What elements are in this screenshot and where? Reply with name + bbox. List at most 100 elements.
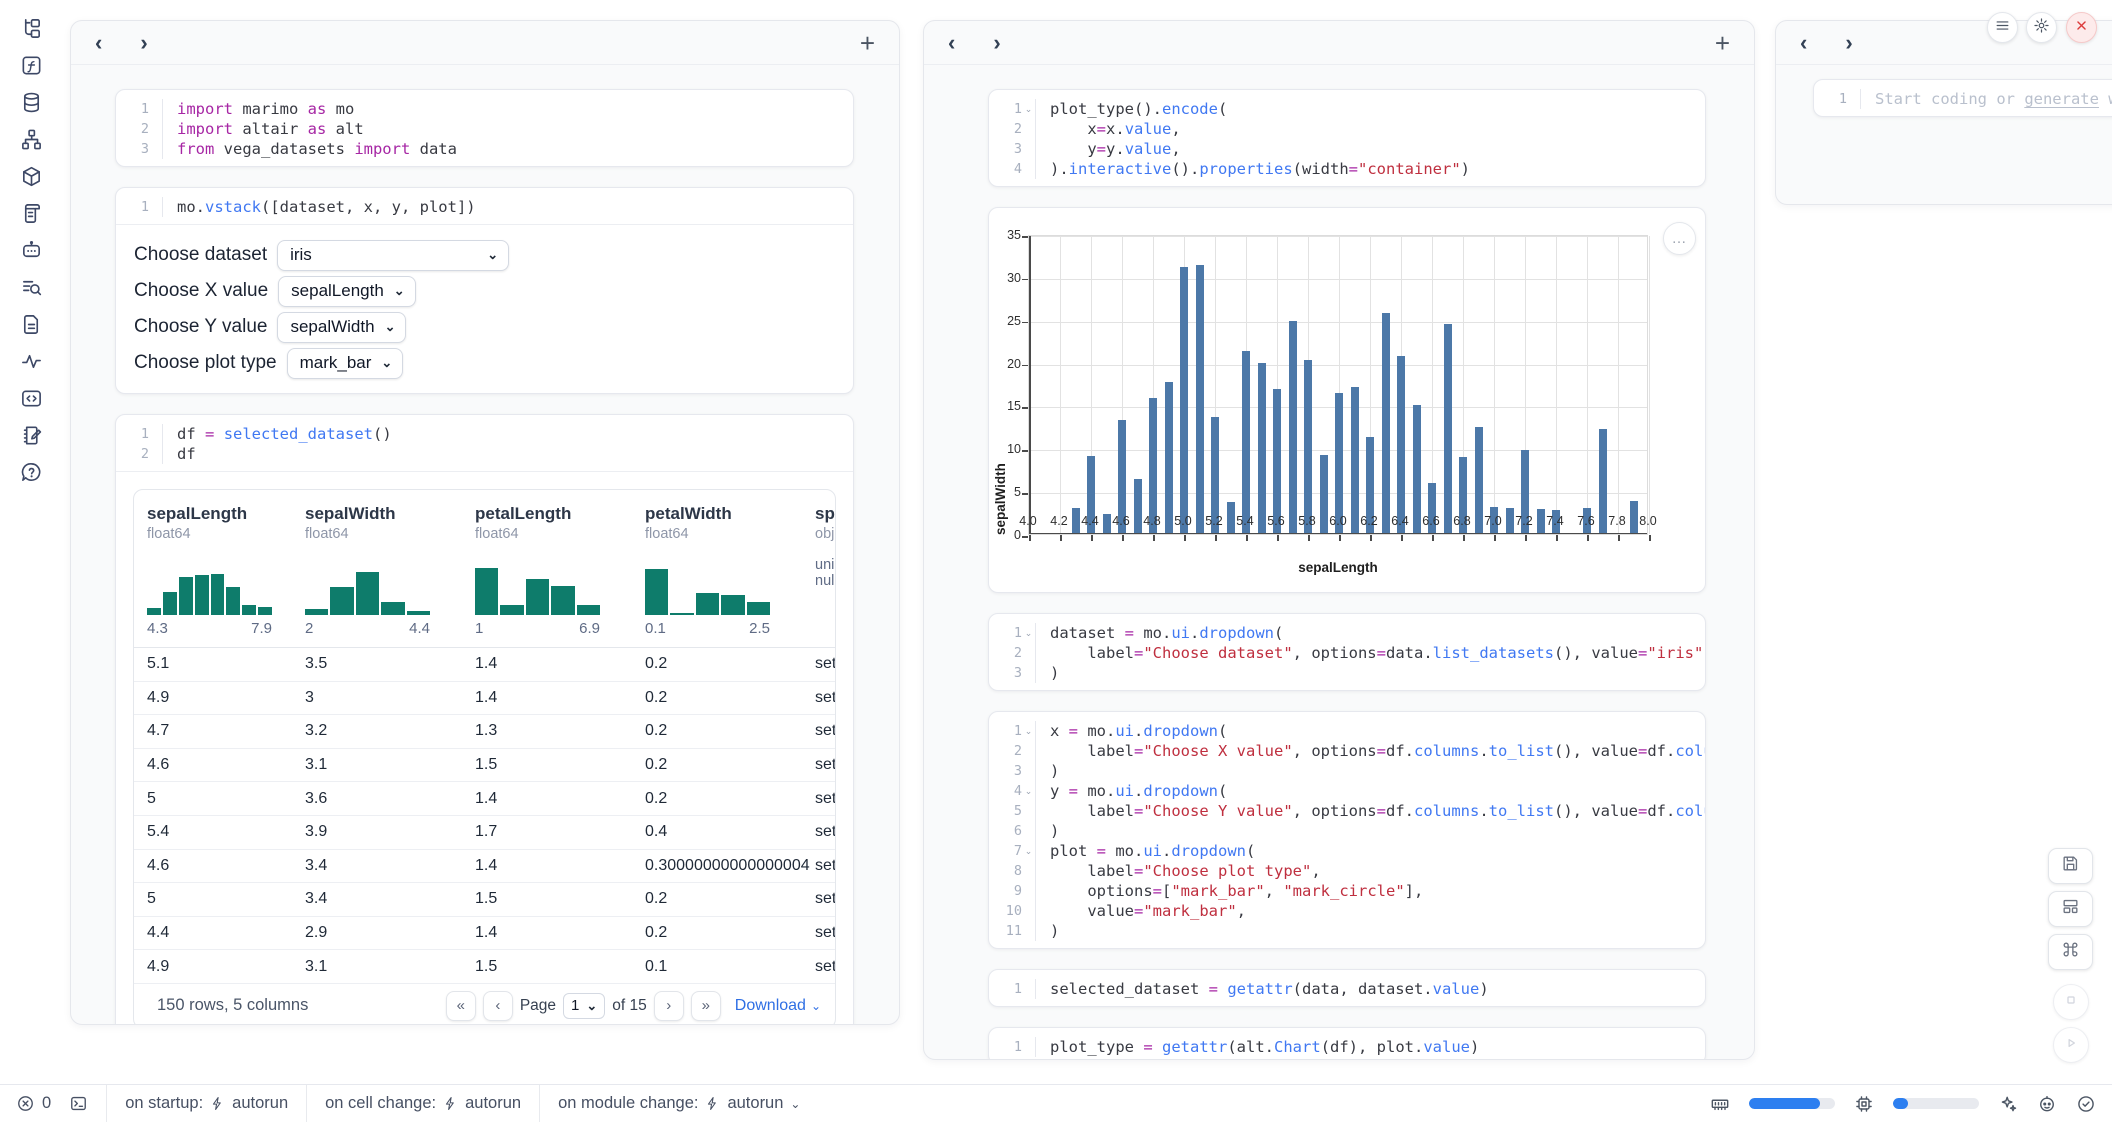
- menu-button[interactable]: [1987, 12, 2018, 43]
- line-number: 1: [141, 101, 149, 117]
- chart-plot-area[interactable]: [1028, 235, 1648, 535]
- terminal-button[interactable]: [69, 1094, 88, 1113]
- chevron-right-icon[interactable]: ›: [993, 32, 1000, 54]
- run-mode-setting[interactable]: on module change:autorun⌄: [539, 1085, 818, 1122]
- chevron-left-icon[interactable]: ‹: [948, 32, 955, 54]
- column-header-petalLength[interactable]: petalLengthfloat6416.9: [475, 504, 645, 637]
- copilot-icon[interactable]: [2037, 1094, 2057, 1114]
- dropdown-choose-dataset[interactable]: iris⌄: [277, 240, 509, 271]
- column-header-sepalLength[interactable]: sepalLengthfloat644.37.9: [147, 504, 305, 637]
- table-cell: 0.2: [645, 924, 815, 942]
- code-editor[interactable]: 1⌄23dataset = mo.ui.dropdown( label="Cho…: [989, 614, 1705, 690]
- next-page-button[interactable]: ›: [654, 991, 684, 1021]
- snippets-icon[interactable]: [18, 349, 44, 373]
- dropdown-value: sepalWidth: [290, 317, 374, 337]
- file-tree-icon[interactable]: [18, 16, 44, 40]
- help-icon[interactable]: [18, 460, 44, 484]
- code-line: y = mo.ui.dropdown(: [1050, 781, 1706, 801]
- code-line: dataset = mo.ui.dropdown(: [1050, 623, 1705, 643]
- prev-page-button[interactable]: ‹: [483, 991, 513, 1021]
- functions-icon[interactable]: [18, 53, 44, 77]
- dependency-graph-icon[interactable]: [18, 127, 44, 151]
- chevron-down-icon: ⌄: [381, 355, 392, 371]
- code-editor[interactable]: 1 Start coding or generate with: [1814, 80, 2112, 116]
- column-histogram: [305, 555, 430, 615]
- dropdown-choose-plot-type[interactable]: mark_bar ⌄: [287, 348, 404, 379]
- settings-button[interactable]: [2026, 12, 2057, 43]
- code-editor[interactable]: 1selected_dataset = getattr(data, datase…: [989, 970, 1705, 1006]
- autorun-bolt-icon: [705, 1096, 720, 1111]
- run-mode-setting[interactable]: on startup:autorun: [106, 1085, 306, 1122]
- line-number: 4: [1014, 161, 1022, 177]
- code-editor[interactable]: 123import marimo as moimport altair as a…: [116, 90, 853, 166]
- table-cell: 0.2: [645, 689, 815, 707]
- first-page-button[interactable]: «: [446, 991, 476, 1021]
- generate-with-ai-link[interactable]: generate: [2024, 90, 2099, 108]
- command-palette-button[interactable]: [2048, 934, 2093, 970]
- connection-status-icon[interactable]: [2076, 1094, 2096, 1114]
- tracebacks-icon[interactable]: [18, 275, 44, 299]
- line-number: 1: [1839, 91, 1847, 107]
- code-editor[interactable]: 1⌄234plot_type().encode( x=x.value, y=y.…: [989, 90, 1705, 186]
- chat-icon[interactable]: [18, 238, 44, 262]
- dropdown-choose-y-value[interactable]: sepalWidth⌄: [277, 312, 406, 343]
- fold-chevron-icon[interactable]: ⌄: [1022, 786, 1035, 797]
- run-mode-setting[interactable]: on cell change:autorun: [306, 1085, 539, 1122]
- stop-button[interactable]: [2053, 984, 2089, 1020]
- x-tick-label: 8.0: [1631, 514, 1665, 528]
- code-line: ): [1050, 761, 1706, 781]
- chart-options-button[interactable]: …: [1663, 222, 1696, 255]
- table-cell: setosa: [815, 756, 835, 774]
- chevron-right-icon[interactable]: ›: [140, 32, 147, 54]
- line-number: 1: [1014, 625, 1022, 641]
- scratchpad-icon[interactable]: [18, 423, 44, 447]
- documentation-icon[interactable]: [18, 312, 44, 336]
- column-header-petalWidth[interactable]: petalWidthfloat640.12.5: [645, 504, 815, 637]
- table-cell: 0.2: [645, 655, 815, 673]
- errors-indicator[interactable]: 0: [16, 1094, 51, 1113]
- code-editor[interactable]: 1mo.vstack([dataset, x, y, plot]): [116, 188, 853, 224]
- dropdown-value: iris: [290, 245, 312, 265]
- table-cell: 2.9: [305, 924, 475, 942]
- add-cell-button[interactable]: +: [1715, 30, 1730, 56]
- chevron-right-icon[interactable]: ›: [1845, 32, 1852, 54]
- fold-chevron-icon[interactable]: ⌄: [1022, 628, 1035, 639]
- y-tick-label: 5: [991, 485, 1021, 499]
- download-button[interactable]: Download ⌄: [735, 997, 821, 1015]
- notebook-column-right: ‹ › 1 Start coding or generate with: [1775, 20, 2112, 205]
- code-editor[interactable]: 1plot_type = getattr(alt.Chart(df), plot…: [989, 1028, 1705, 1060]
- table-cell: 4.4: [147, 924, 305, 942]
- packages-icon[interactable]: [18, 164, 44, 188]
- page-count-label: of 15: [612, 997, 646, 1015]
- chevron-left-icon[interactable]: ‹: [1800, 32, 1807, 54]
- fold-chevron-icon[interactable]: ⌄: [1022, 104, 1035, 115]
- add-cell-button[interactable]: +: [860, 30, 875, 56]
- logs-icon[interactable]: [18, 201, 44, 225]
- page-select[interactable]: 1 ⌄: [563, 993, 605, 1019]
- cell-selected-dataset: 1selected_dataset = getattr(data, datase…: [988, 969, 1706, 1007]
- table-cell: 0.2: [645, 722, 815, 740]
- column-header-sepalWidth[interactable]: sepalWidthfloat6424.4: [305, 504, 475, 637]
- chevron-left-icon[interactable]: ‹: [95, 32, 102, 54]
- altair-chart[interactable]: sepalWidth 05101520253035 4.04.24.44.64.…: [989, 208, 1705, 592]
- last-page-button[interactable]: »: [691, 991, 721, 1021]
- code-editor[interactable]: 1⌄234⌄567⌄891011x = mo.ui.dropdown( labe…: [989, 712, 1705, 948]
- fold-chevron-icon[interactable]: ⌄: [1022, 726, 1035, 737]
- fold-chevron-icon[interactable]: ⌄: [1022, 846, 1035, 857]
- run-button[interactable]: [2053, 1027, 2089, 1063]
- save-button[interactable]: [2048, 848, 2093, 884]
- x-tick-label: 6.8: [1445, 514, 1479, 528]
- code-icon[interactable]: [18, 386, 44, 410]
- ai-sparkles-icon[interactable]: [1998, 1094, 2018, 1114]
- stop-icon: [2062, 991, 2080, 1014]
- dropdown-value: mark_bar: [300, 353, 372, 373]
- dropdown-choose-x-value[interactable]: sepalLength⌄: [278, 276, 416, 307]
- x-tick-label: 7.2: [1507, 514, 1541, 528]
- database-icon[interactable]: [18, 90, 44, 114]
- column-header-species[interactable]: speciesobjectunique:nulls:: [815, 504, 835, 637]
- code-editor[interactable]: 12df = selected_dataset()df: [116, 415, 853, 471]
- layout-button[interactable]: [2048, 891, 2093, 927]
- close-button[interactable]: [2066, 12, 2097, 43]
- table-cell: 0.2: [645, 756, 815, 774]
- x-tick-label: 4.6: [1104, 514, 1138, 528]
